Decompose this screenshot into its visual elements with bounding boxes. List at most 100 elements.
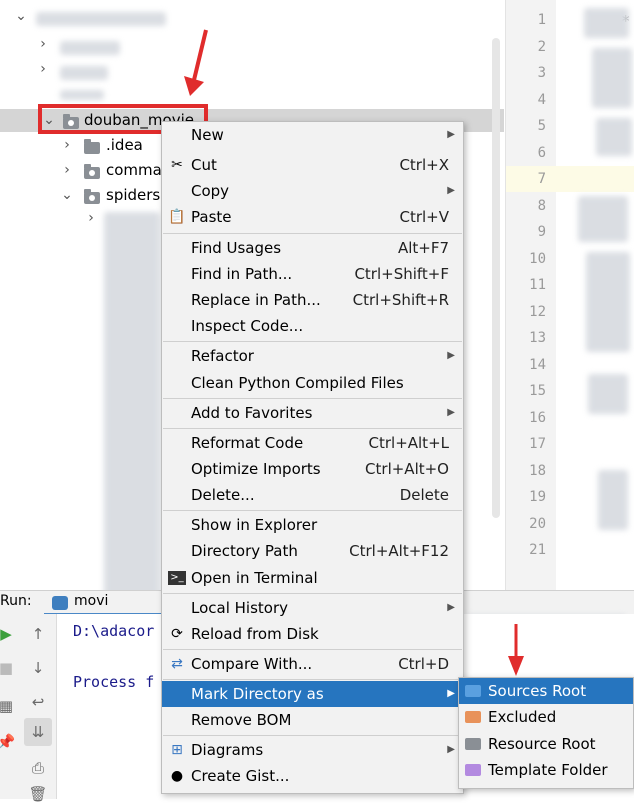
menu-item-inspect-code[interactable]: Inspect Code... [162, 313, 463, 339]
submenu-item-resource-root[interactable]: Resource Root [459, 731, 633, 757]
line-number: 1 [537, 12, 546, 28]
submenu-label: Template Folder [488, 761, 608, 779]
line-number: 6 [537, 144, 546, 161]
chevron-right-icon[interactable]: › [36, 61, 50, 77]
menu-item-compare-with[interactable]: ⇄ Compare With... Ctrl+D [162, 651, 463, 677]
menu-item-refactor[interactable]: Refactor ▶ [162, 343, 463, 369]
run-toolbar: ▶ ↑ ■ ↓ ▦ ↩ 📌 ⇊ ⎙ 🗑 [0, 614, 57, 803]
menu-label: Cut [191, 156, 217, 174]
chevron-right-icon[interactable]: › [84, 210, 98, 226]
menu-item-local-history[interactable]: Local History ▶ [162, 595, 463, 621]
menu-shortcut: Delete [399, 486, 449, 504]
menu-label: Paste [191, 208, 232, 226]
menu-item-copy[interactable]: Copy ▶ [162, 178, 463, 204]
menu-separator [163, 735, 462, 736]
menu-shortcut: Ctrl+Shift+F [354, 265, 449, 283]
folder-icon [84, 164, 100, 179]
menu-item-cut[interactable]: ✂ Cut Ctrl+X [162, 152, 463, 178]
resource-folder-icon [465, 738, 481, 750]
menu-label: Directory Path [191, 542, 298, 560]
terminal-icon: >_ [168, 571, 186, 585]
menu-item-create-gist[interactable]: ● Create Gist... [162, 763, 463, 789]
line-number: 3 [537, 65, 546, 81]
folder-icon [84, 139, 100, 154]
menu-item-remove-bom[interactable]: Remove BOM [162, 707, 463, 733]
chevron-right-icon[interactable]: › [60, 137, 74, 153]
code-editor[interactable]: 123456789101112131415161718192021 * [505, 0, 634, 590]
submenu-item-template-folder[interactable]: Template Folder [459, 757, 633, 783]
menu-shortcut: Ctrl+X [399, 156, 449, 174]
submenu-arrow-icon: ▶ [447, 350, 455, 361]
print-icon[interactable]: ⎙ [28, 758, 48, 778]
menu-separator [163, 428, 462, 429]
blurred-folder [60, 41, 120, 55]
arrow-down-icon[interactable]: ↓ [28, 658, 48, 678]
run-tab[interactable]: movi [74, 593, 108, 609]
menu-label: Diagrams [191, 741, 264, 759]
menu-item-find-usages[interactable]: Find Usages Alt+F7 [162, 235, 463, 261]
line-number: 12 [529, 303, 546, 320]
menu-separator [163, 679, 462, 680]
menu-item-new[interactable]: New ▶ [162, 122, 463, 148]
menu-item-diagrams[interactable]: ⊞ Diagrams ▶ [162, 737, 463, 763]
menu-item-mark-directory-as[interactable]: Mark Directory as ▶ [162, 681, 463, 707]
menu-label: Copy [191, 182, 230, 200]
line-number: 10 [529, 250, 546, 267]
context-menu: New ▶ ✂ Cut Ctrl+X Copy ▶ 📋 Paste Ctrl+V Find … [161, 121, 464, 794]
menu-shortcut: Alt+F7 [397, 239, 449, 257]
compare-icon: ⇄ [171, 656, 183, 672]
menu-separator [163, 510, 462, 511]
chevron-right-icon[interactable]: › [60, 162, 74, 178]
menu-shortcut: Ctrl+Alt+F12 [349, 542, 449, 560]
stop-icon[interactable]: ■ [0, 658, 16, 678]
tree-item-comma[interactable]: comma [106, 161, 162, 179]
layout-icon[interactable]: ▦ [0, 696, 16, 716]
menu-label: Inspect Code... [191, 317, 304, 335]
menu-item-open-in-terminal[interactable]: >_ Open in Terminal [162, 565, 463, 591]
menu-item-optimize-imports[interactable]: Optimize Imports Ctrl+Alt+O [162, 456, 463, 482]
tree-scrollbar[interactable] [492, 38, 500, 518]
tree-item-spiders[interactable]: spiders [106, 186, 160, 204]
annotation-arrow-icon [184, 29, 208, 96]
scissors-icon: ✂ [171, 157, 183, 173]
menu-item-clean-python[interactable]: Clean Python Compiled Files [162, 370, 463, 396]
submenu-arrow-icon: ▶ [447, 602, 455, 613]
menu-item-paste[interactable]: 📋 Paste Ctrl+V [162, 204, 463, 230]
menu-shortcut: Ctrl+Alt+O [365, 460, 449, 478]
menu-item-directory-path[interactable]: Directory Path Ctrl+Alt+F12 [162, 538, 463, 564]
pin-icon[interactable]: 📌 [0, 732, 16, 752]
arrow-up-icon[interactable]: ↑ [28, 624, 48, 644]
submenu-item-excluded[interactable]: Excluded [459, 704, 633, 730]
trash-icon[interactable]: 🗑 [28, 784, 48, 804]
sources-folder-icon [465, 685, 481, 697]
run-label: Run: [0, 593, 32, 609]
menu-label: Replace in Path... [191, 291, 321, 309]
menu-item-delete[interactable]: Delete... Delete [162, 482, 463, 508]
menu-shortcut: Ctrl+Alt+L [368, 434, 450, 452]
soft-wrap-icon[interactable]: ↩ [28, 692, 48, 712]
submenu-item-sources-root[interactable]: Sources Root [459, 678, 633, 704]
menu-item-reformat-code[interactable]: Reformat Code Ctrl+Alt+L [162, 430, 463, 456]
clipboard-icon: 📋 [168, 209, 186, 225]
line-number: 11 [529, 277, 546, 293]
menu-item-find-in-path[interactable]: Find in Path... Ctrl+Shift+F [162, 261, 463, 287]
excluded-folder-icon [465, 711, 481, 723]
menu-item-add-to-favorites[interactable]: Add to Favorites ▶ [162, 400, 463, 426]
chevron-down-icon[interactable]: ⌄ [60, 187, 74, 203]
scroll-to-end-icon[interactable]: ⇊ [24, 718, 52, 746]
menu-shortcut: Ctrl+D [398, 655, 449, 673]
blurred-code [578, 196, 628, 242]
menu-item-replace-in-path[interactable]: Replace in Path... Ctrl+Shift+R [162, 287, 463, 313]
menu-label: Show in Explorer [191, 516, 318, 534]
chevron-down-icon[interactable]: ⌄ [14, 8, 28, 24]
blurred-project-name [36, 12, 166, 26]
menu-item-reload-from-disk[interactable]: ⟳ Reload from Disk [162, 621, 463, 647]
submenu-arrow-icon: ▶ [447, 407, 455, 418]
run-icon[interactable]: ▶ [0, 624, 16, 644]
tree-item-idea[interactable]: .idea [106, 136, 143, 154]
template-folder-icon [465, 764, 481, 776]
menu-item-show-in-explorer[interactable]: Show in Explorer [162, 512, 463, 538]
menu-label: Clean Python Compiled Files [191, 374, 404, 392]
blurred-code [586, 252, 630, 352]
chevron-right-icon[interactable]: › [36, 36, 50, 52]
